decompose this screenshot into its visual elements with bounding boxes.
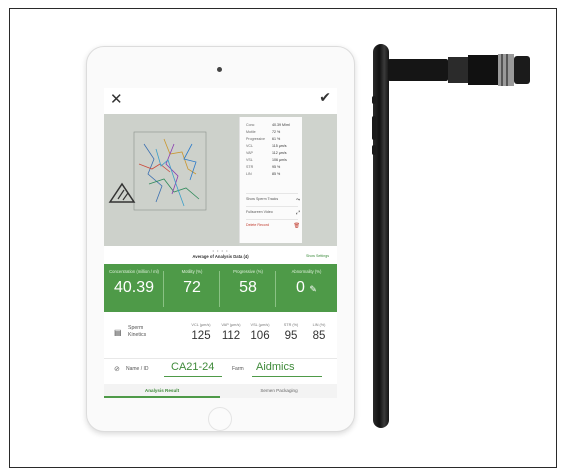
farm-field[interactable]: Aidmics xyxy=(256,361,295,373)
metric-motility: Motility (%) 72 xyxy=(164,269,220,309)
kinetics-vsl: VSL (µm/s) 106 xyxy=(250,323,270,342)
identity-section: ⊘ Name / ID CA21-24 Farm Aidmics xyxy=(104,358,337,382)
trash-icon: 🗑 xyxy=(293,223,300,229)
metric-abnormality[interactable]: Abnormality (%) 0 ✎ xyxy=(276,269,337,309)
analysis-side-panel: Conc 40.39 M/ml Motile 72 % Progressive 61 … xyxy=(239,117,302,243)
fullscreen-action[interactable]: Fullscreen Video ⤢ xyxy=(246,210,300,216)
name-id-field[interactable]: CA21-24 xyxy=(171,361,214,373)
app-screen: ✕ ✔ Conc 40.39 M/ml Motile 72 % Progress… xyxy=(104,88,337,398)
fullscreen-icon: ⤢ xyxy=(295,210,300,216)
metrics-band: Concentration (million / ml) 40.39 Motil… xyxy=(104,264,337,312)
bottom-tabs: Analysis Result Semen Packaging xyxy=(104,384,337,398)
metric-concentration: Concentration (million / ml) 40.39 xyxy=(104,269,164,309)
average-header: Average of Analysis Data (4) Show Settin… xyxy=(104,254,337,264)
kinetics-vcl: VCL (µm/s) 125 xyxy=(191,323,211,342)
edit-pencil-icon[interactable]: ✎ xyxy=(309,284,317,294)
close-icon[interactable]: ✕ xyxy=(110,90,123,108)
name-id-underline xyxy=(164,376,222,377)
microscope-video[interactable]: Conc 40.39 M/ml Motile 72 % Progressive 61 … xyxy=(104,114,337,246)
divider xyxy=(246,206,298,207)
tag-icon: ⊘ xyxy=(114,366,120,373)
panel-row: LIN 85 % xyxy=(246,172,281,176)
average-title: Average of Analysis Data (4) xyxy=(192,254,249,259)
microscope-lens-attachment xyxy=(388,54,530,86)
page-indicator: • • • • xyxy=(212,248,229,253)
show-tracks-action[interactable]: Show Sperm Tracks ⤳ xyxy=(246,197,300,203)
top-bar: ✕ ✔ xyxy=(104,88,337,112)
tab-analysis-result[interactable]: Analysis Result xyxy=(104,388,220,393)
metric-progressive: Progressive (%) 58 xyxy=(220,269,276,309)
clipboard-icon: ▤ xyxy=(114,328,122,337)
kinetics-label: Sperm Kinetics xyxy=(128,325,147,338)
volume-buttons xyxy=(372,116,376,140)
sperm-tracks-image xyxy=(104,114,239,246)
side-switch xyxy=(372,96,376,104)
kinetics-lin: LIN (%) 85 xyxy=(312,323,326,342)
home-button[interactable] xyxy=(208,407,232,431)
kinetics-vap: VAP (µm/s) 112 xyxy=(221,323,241,342)
farm-label: Farm xyxy=(232,366,244,372)
tracks-icon: ⤳ xyxy=(295,197,300,203)
show-settings-link[interactable]: Show Settings xyxy=(306,254,329,258)
side-button xyxy=(372,145,376,155)
kinetics-str: STR (%) 95 xyxy=(283,323,299,342)
delete-record-action[interactable]: Delete Record 🗑 xyxy=(246,223,300,229)
tablet-front: ✕ ✔ Conc 40.39 M/ml Motile 72 % Progress… xyxy=(86,46,355,432)
sperm-kinetics-section: ▤ Sperm Kinetics VCL (µm/s) 125 VAP (µm/s… xyxy=(104,312,337,359)
camera-icon xyxy=(217,67,222,72)
divider xyxy=(246,193,298,194)
active-tab-indicator xyxy=(104,396,220,398)
name-id-label: Name / ID xyxy=(126,366,149,372)
divider xyxy=(246,219,298,220)
farm-underline xyxy=(252,376,322,377)
checkmark-icon[interactable]: ✔ xyxy=(319,90,331,106)
tab-semen-packaging[interactable]: Semen Packaging xyxy=(221,388,337,393)
